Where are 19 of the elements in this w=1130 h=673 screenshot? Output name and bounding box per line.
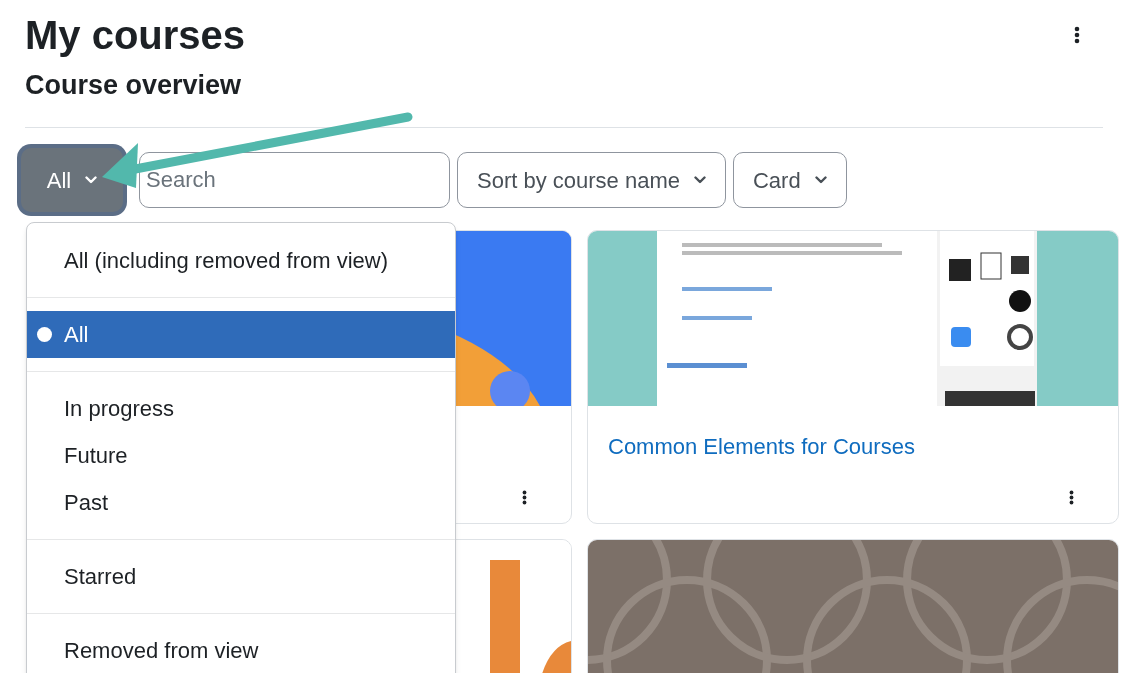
more-options-icon[interactable] (1074, 26, 1080, 44)
menu-item[interactable]: All (including removed from view) (27, 237, 455, 284)
search-field[interactable]: Search (139, 152, 450, 208)
more-options-icon[interactable] (1069, 490, 1074, 505)
caret-icon (694, 176, 706, 184)
sort-dropdown-button[interactable]: Sort by course name (457, 152, 726, 208)
course-title-link[interactable]: Common Elements for Courses (608, 434, 915, 459)
more-options-icon[interactable] (522, 490, 527, 505)
section-title: Course overview (25, 72, 243, 99)
caret-icon (85, 176, 98, 184)
menu-item[interactable]: Past (27, 479, 455, 526)
view-dropdown-button[interactable]: Card (733, 152, 847, 208)
menu-item[interactable]: Future (27, 432, 455, 479)
menu-item[interactable]: Removed from view (27, 627, 455, 673)
page-title: My courses (25, 15, 246, 55)
menu-item[interactable]: Starred (27, 553, 455, 600)
caret-icon (814, 176, 827, 184)
menu-item[interactable]: In progress (27, 385, 455, 432)
menu-item[interactable]: All (27, 311, 455, 358)
